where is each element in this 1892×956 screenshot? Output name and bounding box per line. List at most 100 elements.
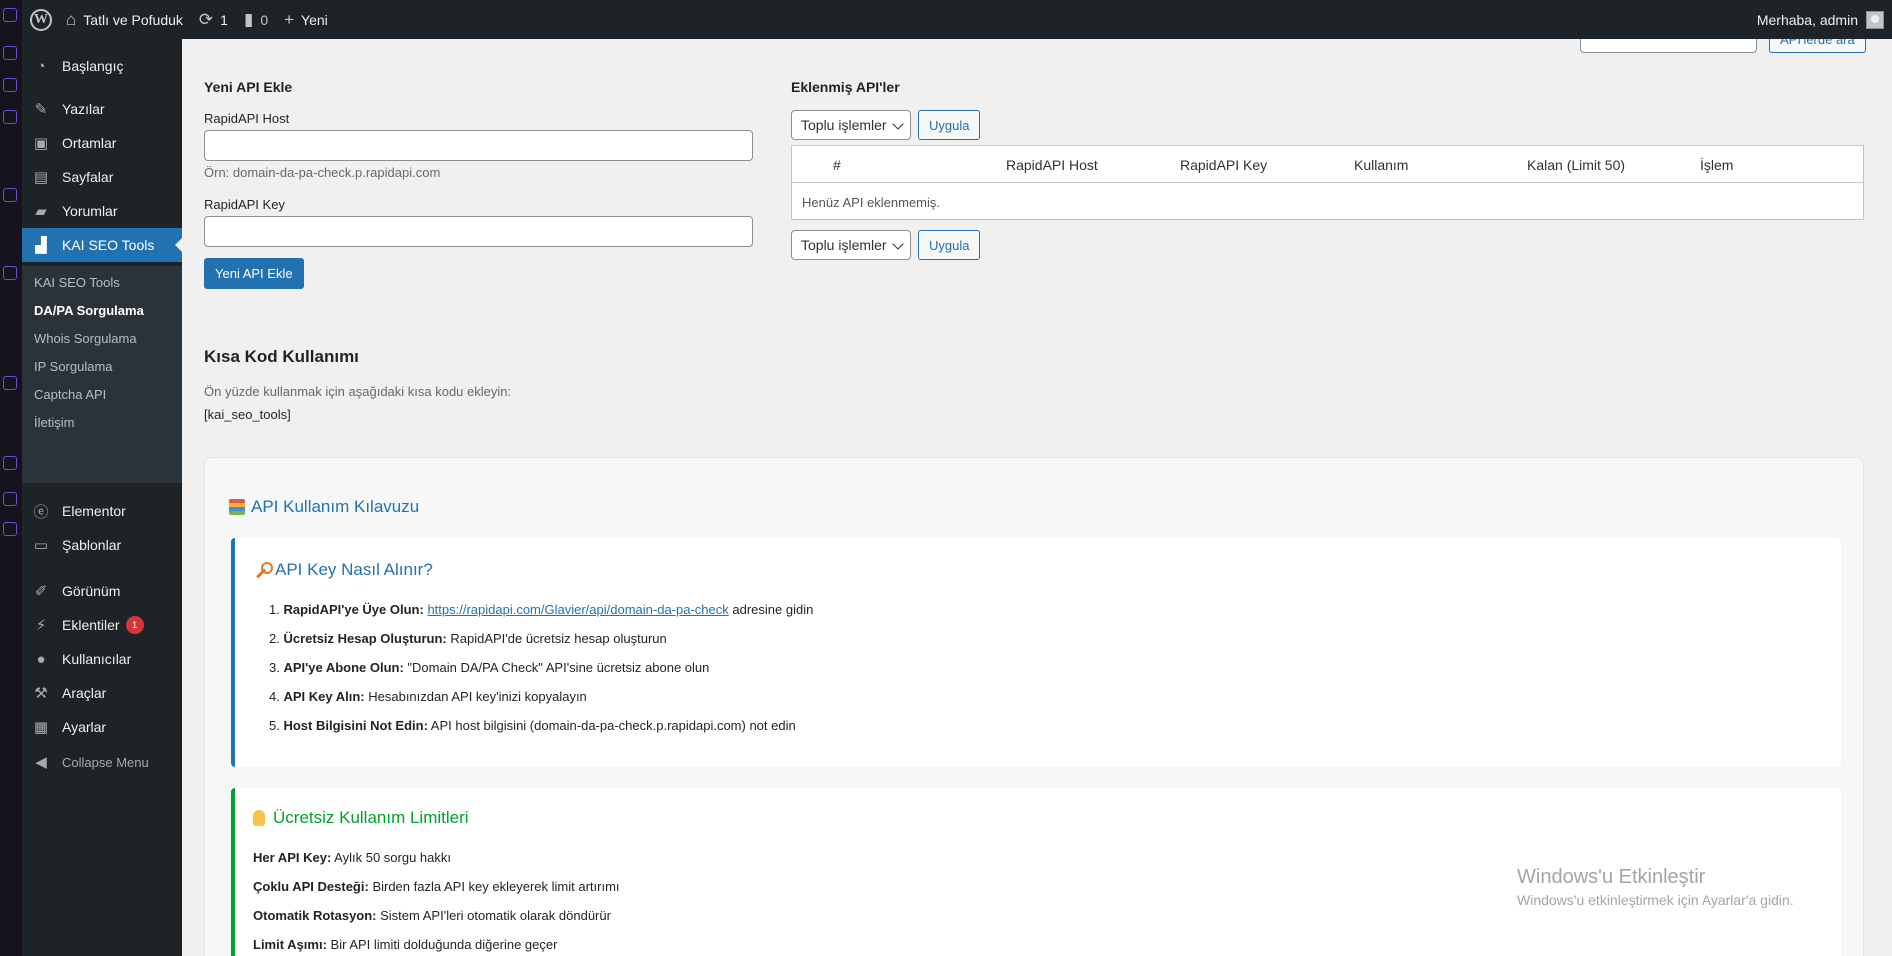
collapse-menu-button[interactable]: ◀ Collapse Menu [22,745,182,779]
list-item: 4. API Key Alın: Hesabınızdan API key'in… [269,689,587,704]
main-content: API'lerde ara Yeni API Ekle RapidAPI Hos… [182,39,1892,956]
elementor-icon: ⓔ [33,503,49,521]
sidebar-app-icon[interactable] [3,78,17,92]
chart-icon: ▟ [35,237,47,254]
submenu-item-captcha[interactable]: Captcha API [34,387,106,402]
api-search-input[interactable] [1580,39,1757,53]
wrench-icon: ⚒ [34,685,48,702]
sidebar-app-icon[interactable] [3,110,17,124]
sidebar-app-icon[interactable] [3,8,17,22]
list-item: Otomatik Rotasyon: Sistem API'leri otoma… [253,908,611,923]
column-header-action[interactable]: İşlem [1700,157,1733,173]
list-item: Limit Aşımı: Bir API limiti dolduğunda d… [253,937,558,952]
host-input[interactable] [204,130,753,161]
api-key-guide-title: API Key Nasıl Alınır? [253,560,433,580]
menu-item-plugins[interactable]: ⚡ Eklentiler 1 [22,608,182,642]
kai-seo-submenu: KAI SEO Tools DA/PA Sorgulama Whois Sorg… [22,266,182,483]
submenu-item-ip[interactable]: IP Sorgulama [34,359,113,374]
account-menu[interactable]: Merhaba, admin [1757,10,1892,29]
menu-item-media[interactable]: ▣ Ortamlar [22,126,182,160]
bulk-actions-select-top[interactable]: Toplu işlemler [791,110,911,140]
menu-item-users[interactable]: ● Kullanıcılar [22,642,182,676]
menu-item-posts[interactable]: ✎ Yazılar [22,92,182,126]
comments-link[interactable]: ▮ 0 [236,0,276,39]
menu-item-kai-seo-tools[interactable]: ▟ KAI SEO Tools [22,228,183,262]
sidebar-app-icon[interactable] [3,376,17,390]
free-limits-title: Ücretsiz Kullanım Limitleri [253,808,469,828]
admin-bar: W ⌂ Tatlı ve Pofuduk ⟳ 1 ▮ 0 + Yeni Merh… [22,0,1892,39]
pin-icon: ✎ [34,101,48,118]
list-item: Çoklu API Desteği: Birden fazla API key … [253,879,620,894]
submenu-item-dapa-sorgulama[interactable]: DA/PA Sorgulama [34,303,144,318]
list-item: Her API Key: Aylık 50 sorgu hakkı [253,850,451,865]
chevron-down-icon [892,118,904,130]
lightbulb-icon [253,810,265,826]
menu-item-templates[interactable]: ▭ Şablonlar [22,528,182,562]
menu-item-tools[interactable]: ⚒ Araçlar [22,676,182,710]
comment-icon: ▮ [243,9,254,29]
user-icon: ● [36,650,46,668]
menu-item-appearance[interactable]: ✐ Görünüm [22,574,182,608]
menu-item-elementor[interactable]: ⓔ Elementor [22,494,182,528]
bulk-actions-select-bottom[interactable]: Toplu işlemler [791,230,911,260]
list-item: 1. RapidAPI'ye Üye Olun: https://rapidap… [269,602,814,617]
books-icon [229,499,245,515]
list-item: 3. API'ye Abone Olun: "Domain DA/PA Chec… [269,660,710,675]
updates-icon: ⟳ [198,9,214,29]
submenu-item-whois[interactable]: Whois Sorgulama [34,331,137,346]
brush-icon: ✐ [34,583,48,600]
comments-icon: ▰ [35,203,47,220]
browser-sidebar-strip [0,0,22,956]
sidebar-app-icon[interactable] [3,266,17,280]
column-header-key[interactable]: RapidAPI Key [1180,157,1267,173]
column-header-number[interactable]: # [833,157,841,173]
column-header-remaining[interactable]: Kalan (Limit 50) [1527,157,1625,173]
updates-link[interactable]: ⟳ 1 [191,0,236,39]
submenu-item-kai-seo-tools[interactable]: KAI SEO Tools [34,275,120,290]
media-icon: ▣ [33,135,49,152]
site-name-link[interactable]: ⌂ Tatlı ve Pofuduk [58,0,191,39]
guide-title: API Kullanım Kılavuzu [229,497,419,517]
apply-button-bottom[interactable]: Uygula [918,230,981,260]
add-api-button[interactable]: Yeni API Ekle [204,258,304,289]
menu-item-comments[interactable]: ▰ Yorumlar [22,194,182,228]
shortcode-description: Ön yüzde kullanmak için aşağıdaki kısa k… [204,384,512,399]
chevron-down-icon [892,238,904,250]
collapse-icon: ◀ [35,754,47,771]
api-key-guide-card: API Key Nasıl Alınır? 1. RapidAPI'ye Üye… [231,538,1841,767]
key-icon [253,562,273,578]
settings-icon: ▦ [33,719,49,736]
sidebar-app-icon[interactable] [3,46,17,60]
admin-menu: ◔ Başlangıç ✎ Yazılar ▣ Ortamlar ▤ Sayfa… [22,39,183,956]
folder-icon: ▭ [33,537,49,554]
list-item: 2. Ücretsiz Hesap Oluşturun: RapidAPI'de… [269,631,667,646]
wordpress-logo-icon[interactable]: W [30,8,52,31]
apply-button-top[interactable]: Uygula [918,110,981,140]
plus-icon: + [284,9,295,29]
sidebar-app-icon[interactable] [3,456,17,470]
dashboard-icon: ◔ [36,57,46,75]
menu-item-pages[interactable]: ▤ Sayfalar [22,160,182,194]
key-input[interactable] [204,216,753,247]
api-search-button[interactable]: API'lerde ara [1769,39,1866,53]
key-label: RapidAPI Key [204,197,285,212]
windows-activation-watermark-subtitle: Windows'u etkinleştirmek için Ayarlar'a … [1517,892,1794,908]
host-label: RapidAPI Host [204,111,290,126]
sidebar-app-icon[interactable] [3,522,17,536]
api-table: # RapidAPI Host RapidAPI Key Kullanım Ka… [791,145,1864,220]
menu-item-settings[interactable]: ▦ Ayarlar [22,710,182,744]
shortcode-title: Kısa Kod Kullanımı [204,347,359,366]
column-header-usage[interactable]: Kullanım [1354,157,1408,173]
rapidapi-link[interactable]: https://rapidapi.com/Glavier/api/domain-… [427,602,728,617]
submenu-item-iletisim[interactable]: İletişim [34,415,74,430]
sidebar-app-icon[interactable] [3,492,17,506]
table-header: # RapidAPI Host RapidAPI Key Kullanım Ka… [792,146,1863,183]
plugin-update-badge: 1 [125,616,144,634]
shortcode-value: [kai_seo_tools] [204,407,291,422]
new-content-link[interactable]: + Yeni [276,0,336,39]
api-list-title: Eklenmiş API'ler [791,79,900,95]
sidebar-app-icon[interactable] [3,188,17,202]
home-icon: ⌂ [66,9,77,29]
column-header-host[interactable]: RapidAPI Host [1006,157,1098,173]
menu-item-dashboard[interactable]: ◔ Başlangıç [22,49,182,83]
